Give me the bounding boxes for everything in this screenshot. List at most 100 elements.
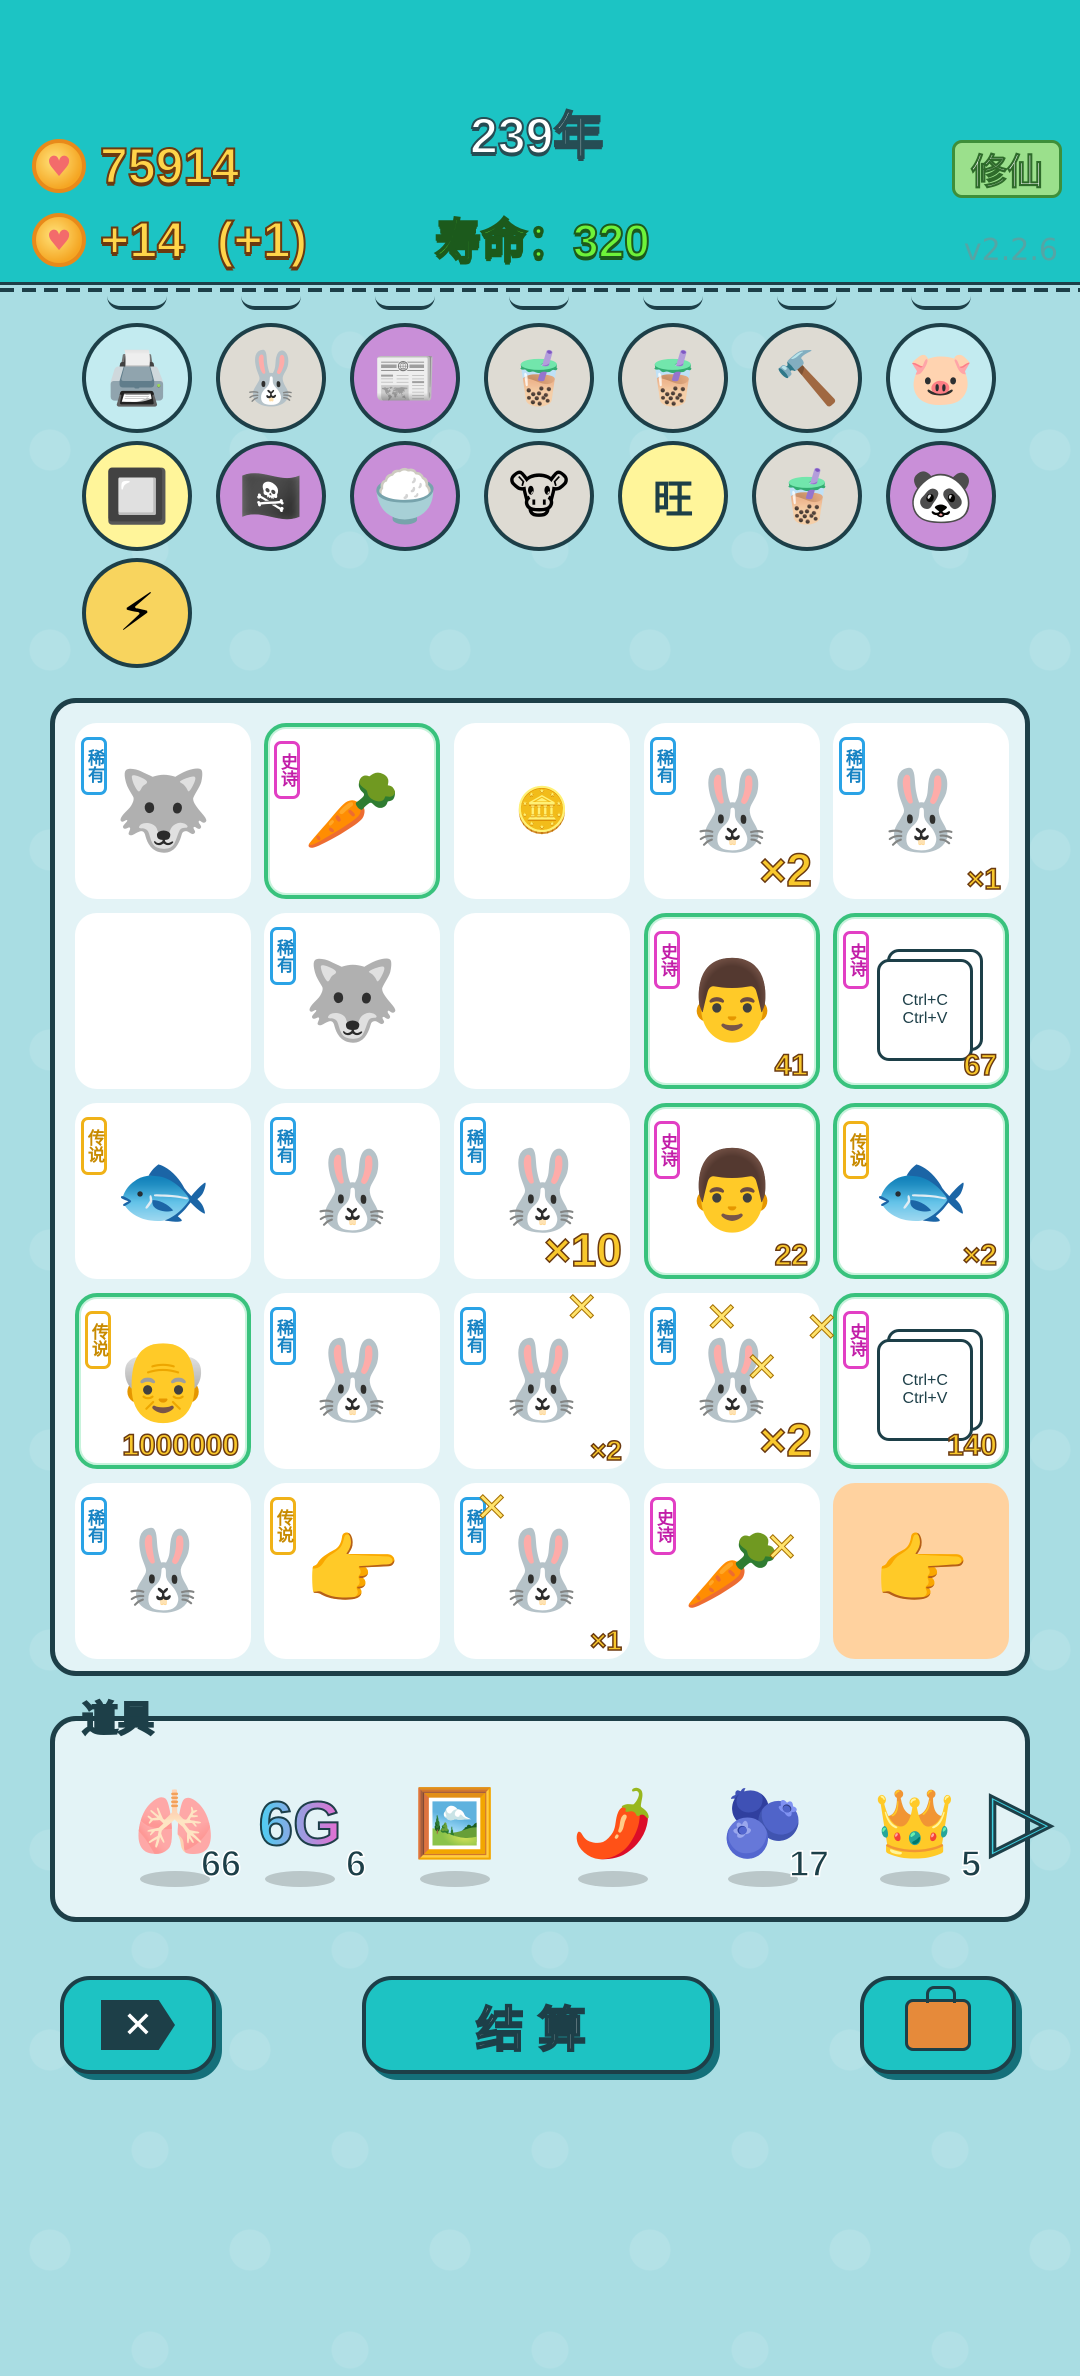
blueberry-icon[interactable]: 🫐 17 bbox=[703, 1769, 830, 1887]
koi-fish-icon: 🐟 bbox=[872, 1146, 970, 1236]
milk-tea-icon[interactable]: 🧋 bbox=[484, 323, 594, 433]
relic-row-edge bbox=[643, 296, 703, 310]
rarity-tag-legend: 传说 bbox=[85, 1311, 111, 1369]
board-cell[interactable]: 史诗 Ctrl+C Ctrl+V 67 bbox=[833, 913, 1009, 1089]
cell-value: 1000000 bbox=[121, 1428, 239, 1463]
item-shadow bbox=[728, 1871, 798, 1887]
coin-icon: ♥ bbox=[32, 213, 86, 267]
rarity-tag-rare: 稀有 bbox=[839, 737, 865, 795]
framed-picture-glyph: 🖼️ bbox=[413, 1785, 497, 1862]
board-cell[interactable]: 史诗 👨 41 bbox=[644, 913, 820, 1089]
crown-icon[interactable]: 👑 5 bbox=[855, 1769, 982, 1887]
board-cell[interactable]: 稀有 🐰 bbox=[264, 1103, 440, 1279]
milk-tea-icon[interactable]: 🧋 bbox=[618, 323, 728, 433]
cell-value: ×10 bbox=[543, 1223, 623, 1277]
eyepatch-icon[interactable]: 🏴‍☠️ bbox=[216, 441, 326, 551]
time-magazine-icon[interactable]: 📰 bbox=[350, 323, 460, 433]
cow-figures-icon[interactable]: 🐮 bbox=[484, 441, 594, 551]
chili-pepper-glyph: 🌶️ bbox=[571, 1785, 655, 1862]
chili-pepper-icon[interactable]: 🌶️ bbox=[553, 1769, 673, 1887]
rabbit-icon: 🐰 bbox=[493, 1146, 591, 1236]
rarity-tag-legend: 传说 bbox=[81, 1117, 107, 1175]
board-cell[interactable]: 稀有 🐰 bbox=[264, 1293, 440, 1469]
crown-glyph: 👑 bbox=[873, 1785, 957, 1862]
rarity-tag-epic: 史诗 bbox=[843, 1311, 869, 1369]
board-cell[interactable]: 传说 👉 bbox=[264, 1483, 440, 1659]
inventory-button[interactable] bbox=[860, 1976, 1016, 2074]
board-cell[interactable]: 稀有 🐰 bbox=[75, 1483, 251, 1659]
rarity-tag-rare: 稀有 bbox=[270, 927, 296, 985]
cultivate-button[interactable]: 修仙 bbox=[952, 140, 1062, 198]
board-cell[interactable] bbox=[75, 913, 251, 1089]
board-cell[interactable]: 传说 🐟 ×2 bbox=[833, 1103, 1009, 1279]
board-cell[interactable] bbox=[454, 913, 630, 1089]
item-shadow bbox=[420, 1871, 490, 1887]
sparkle-effect: ✕ bbox=[565, 1285, 600, 1332]
wolf-icon: 🐺 bbox=[114, 766, 212, 856]
board-cell[interactable]: 传说 🐟 bbox=[75, 1103, 251, 1279]
lightning-icon[interactable]: ⚡ bbox=[82, 558, 192, 668]
rarity-tag-rare: 稀有 bbox=[650, 1307, 676, 1365]
framed-picture-icon[interactable]: 🖼️ bbox=[395, 1769, 515, 1887]
board-cell[interactable]: 史诗 👨 22 bbox=[644, 1103, 820, 1279]
top-status-bar: ♥ 75914 ♥ +14 (+1) 239年 寿命：320 修仙 v2.2.6 bbox=[0, 0, 1080, 292]
relic-row-edge bbox=[509, 296, 569, 310]
panda-icon[interactable]: 🐼 bbox=[886, 441, 996, 551]
year-counter: 239年 bbox=[469, 107, 604, 165]
wang-wang-icon[interactable]: 旺 bbox=[618, 441, 728, 551]
rabbit-icon: 🐰 bbox=[683, 766, 781, 856]
hammer-icon[interactable]: 🔨 bbox=[752, 323, 862, 433]
next-page-arrow-icon[interactable]: ▷ bbox=[989, 1771, 1054, 1867]
worker-face-icon: 👨 bbox=[683, 956, 781, 1046]
items-label: 道具 bbox=[81, 1698, 155, 1741]
6g-icon[interactable]: 6G 6 bbox=[240, 1769, 367, 1887]
item-shadow bbox=[880, 1871, 950, 1887]
board-cell[interactable]: 稀有 🐰 ×2 bbox=[454, 1293, 630, 1469]
settle-button[interactable]: 结算 bbox=[362, 1976, 714, 2074]
board-cell[interactable]: 史诗 🥕 bbox=[264, 723, 440, 899]
rice-bowl-icon[interactable]: 🍚 bbox=[350, 441, 460, 551]
rabbit-coin-icon[interactable]: 🐰 bbox=[216, 323, 326, 433]
item-count: 17 bbox=[788, 1842, 830, 1885]
board-cell[interactable]: 史诗 🥕 bbox=[644, 1483, 820, 1659]
board-cell[interactable]: 稀有 🐺 bbox=[264, 913, 440, 1089]
worker-face-icon: 👨 bbox=[683, 1146, 781, 1236]
item-count: 6 bbox=[345, 1842, 367, 1885]
cell-value: ×1 bbox=[966, 862, 1002, 897]
cpu-chip-icon[interactable]: 🔲 bbox=[82, 441, 192, 551]
board-cell[interactable]: 稀有 🐺 bbox=[75, 723, 251, 899]
board-cell[interactable]: 稀有 🐰 ×1 bbox=[833, 723, 1009, 899]
milk-tea-icon[interactable]: 🧋 bbox=[752, 441, 862, 551]
board-cell[interactable]: 🪙 bbox=[454, 723, 630, 899]
relic-row-edge bbox=[375, 296, 435, 310]
cell-value: 22 bbox=[774, 1238, 809, 1273]
rabbit-icon: 🐰 bbox=[303, 1336, 401, 1426]
board-cell[interactable]: 传说 👴 1000000 bbox=[75, 1293, 251, 1469]
board-cell[interactable]: 稀有 🐰 ×2 bbox=[644, 723, 820, 899]
item-shadow bbox=[578, 1871, 648, 1887]
cell-value: ×2 bbox=[962, 1238, 998, 1273]
coin-icon: ♥ bbox=[32, 139, 86, 193]
lifespan-label: 寿命： bbox=[434, 214, 574, 268]
printer-icon[interactable]: 🖨️ bbox=[82, 323, 192, 433]
rarity-tag-rare: 稀有 bbox=[81, 737, 107, 795]
cell-value: 41 bbox=[774, 1048, 809, 1083]
rabbit-icon: 🐰 bbox=[303, 1146, 401, 1236]
board-cell[interactable]: 稀有 🐰 ×10 bbox=[454, 1103, 630, 1279]
liver-icon[interactable]: 🫁 66 bbox=[115, 1769, 242, 1887]
coin-icon: 🪙 bbox=[514, 785, 570, 836]
lifespan-value: 320 bbox=[572, 214, 651, 268]
board-cell[interactable]: 史诗 Ctrl+C Ctrl+V 140 bbox=[833, 1293, 1009, 1469]
skip-button[interactable]: ✕ bbox=[60, 1976, 216, 2074]
item-shadow bbox=[140, 1871, 210, 1887]
briefcase-icon bbox=[905, 1986, 971, 2051]
item-shadow bbox=[265, 1871, 335, 1887]
board-cell[interactable]: 👉 bbox=[833, 1483, 1009, 1659]
relic-row-edge bbox=[911, 296, 971, 310]
piggy-bank-icon[interactable]: 🐷 bbox=[886, 323, 996, 433]
sparkle-effect: ✕ bbox=[765, 1525, 800, 1572]
coin-balance-value: 75914 bbox=[99, 137, 240, 195]
item-count: 66 bbox=[200, 1842, 242, 1885]
ctrl-cv-card: Ctrl+C Ctrl+V bbox=[877, 959, 973, 1061]
rarity-tag-legend: 传说 bbox=[843, 1121, 869, 1179]
